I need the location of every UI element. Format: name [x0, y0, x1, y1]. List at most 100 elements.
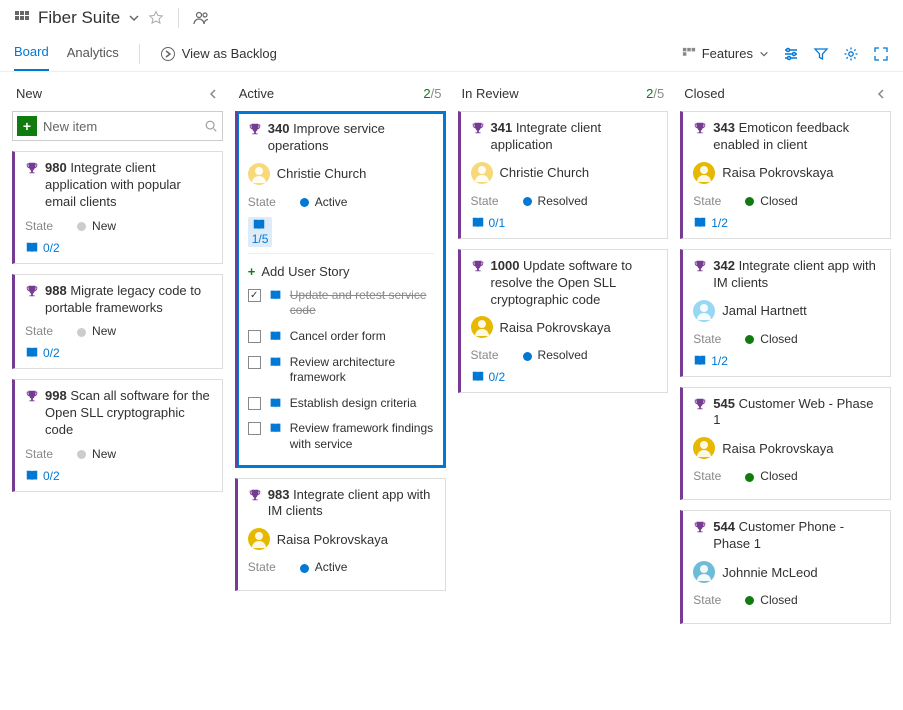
state-label: State: [25, 324, 53, 338]
column-in-review: In Review 2/5 341 Integrate client appli…: [456, 84, 671, 403]
favorite-star-icon[interactable]: [148, 10, 164, 26]
state-label: State: [471, 348, 499, 362]
card-assignee[interactable]: Raisa Pokrovskaya: [248, 528, 435, 550]
tab-board[interactable]: Board: [14, 36, 49, 71]
assignee-name: Christie Church: [500, 165, 590, 180]
work-item-card[interactable]: 1000 Update software to resolve the Open…: [458, 249, 669, 394]
view-as-backlog-button[interactable]: View as Backlog: [160, 46, 277, 62]
user-story-icon: [269, 397, 282, 410]
state-label: State: [248, 195, 276, 209]
state-value: Closed: [745, 469, 797, 483]
card-progress[interactable]: 0/2: [471, 370, 658, 384]
features-dropdown[interactable]: Features: [682, 46, 769, 61]
column-wip-count: 2/5: [646, 86, 664, 101]
work-item-card[interactable]: 988 Migrate legacy code to portable fram…: [12, 274, 223, 370]
state-label: State: [25, 447, 53, 461]
avatar: [693, 300, 715, 322]
settings-sliders-icon[interactable]: [783, 46, 799, 62]
column-collapse-icon[interactable]: [207, 88, 219, 100]
column-new: New + New item 980 Integrate client appl…: [10, 84, 225, 502]
work-item-card[interactable]: 983 Integrate client app with IM clients…: [235, 478, 446, 592]
card-assignee[interactable]: Raisa Pokrovskaya: [693, 162, 880, 184]
checklist-item[interactable]: Review architecture framework: [248, 350, 434, 391]
column-header-in-review: In Review 2/5: [456, 84, 671, 111]
state-value: Resolved: [523, 348, 588, 362]
card-progress[interactable]: 0/2: [25, 346, 212, 360]
column-header-active: Active 2/5: [233, 84, 448, 111]
features-grid-icon: [682, 47, 696, 61]
column-title: Active: [239, 86, 274, 101]
card-assignee[interactable]: Johnnie McLeod: [693, 561, 880, 583]
state-value: Active: [300, 560, 348, 574]
project-title[interactable]: Fiber Suite: [38, 8, 120, 28]
checklist-item[interactable]: Review framework findings with service: [248, 416, 434, 457]
card-assignee[interactable]: Raisa Pokrovskaya: [693, 437, 880, 459]
new-item-label: New item: [43, 119, 198, 134]
card-title: 341 Integrate client application: [491, 120, 658, 154]
checkbox-icon[interactable]: [248, 289, 261, 302]
card-title: 545 Customer Web - Phase 1: [713, 396, 880, 430]
work-item-card[interactable]: 342 Integrate client app with IM clients…: [680, 249, 891, 377]
board-toolbar: Board Analytics View as Backlog Features: [0, 32, 903, 72]
card-progress[interactable]: 0/2: [25, 241, 212, 255]
card-assignee[interactable]: Christie Church: [471, 162, 658, 184]
toolbar-actions: Features: [682, 46, 889, 62]
work-item-card[interactable]: 343 Emoticon feedback enabled in client R…: [680, 111, 891, 239]
state-value: New: [77, 324, 116, 338]
card-progress[interactable]: 1/2: [693, 354, 880, 368]
checkbox-icon[interactable]: [248, 330, 261, 343]
card-progress[interactable]: 0/1: [471, 216, 658, 230]
filter-funnel-icon[interactable]: [813, 46, 829, 62]
column-wip-count: 2/5: [423, 86, 441, 101]
work-item-card[interactable]: 545 Customer Web - Phase 1 Raisa Pokrovsk…: [680, 387, 891, 501]
avatar: [693, 162, 715, 184]
new-item-button[interactable]: + New item: [12, 111, 223, 141]
card-progress[interactable]: 1/2: [693, 216, 880, 230]
work-item-card[interactable]: 341 Integrate client application Christie…: [458, 111, 669, 239]
card-assignee[interactable]: Jamal Hartnett: [693, 300, 880, 322]
team-people-icon[interactable]: [193, 10, 211, 26]
user-story-icon: [269, 422, 282, 435]
add-user-story-button[interactable]: +Add User Story: [248, 260, 434, 283]
project-dropdown-chevron-icon[interactable]: [128, 12, 140, 24]
card-title: 983 Integrate client app with IM clients: [268, 487, 435, 521]
search-icon[interactable]: [204, 119, 218, 133]
state-value: New: [77, 219, 116, 233]
checklist-item[interactable]: Establish design criteria: [248, 391, 434, 417]
fullscreen-icon[interactable]: [873, 46, 889, 62]
assignee-name: Jamal Hartnett: [722, 303, 807, 318]
card-title: 343 Emoticon feedback enabled in client: [713, 120, 880, 154]
column-collapse-icon[interactable]: [875, 88, 887, 100]
checkbox-icon[interactable]: [248, 356, 261, 369]
work-item-card[interactable]: 998 Scan all software for the Open SLL c…: [12, 379, 223, 492]
column-title: In Review: [462, 86, 519, 101]
work-item-card[interactable]: 340 Improve service operationsChristie C…: [235, 111, 446, 468]
card-assignee[interactable]: Raisa Pokrovskaya: [471, 316, 658, 338]
work-item-card[interactable]: 544 Customer Phone - Phase 1Johnnie McLe…: [680, 510, 891, 624]
gear-icon[interactable]: [843, 46, 859, 62]
card-title: 988 Migrate legacy code to portable fram…: [45, 283, 212, 317]
state-label: State: [471, 194, 499, 208]
checklist-item[interactable]: Cancel order form: [248, 324, 434, 350]
card-progress[interactable]: 0/2: [25, 469, 212, 483]
tab-analytics[interactable]: Analytics: [67, 37, 119, 70]
board-grid-icon: [14, 10, 30, 26]
header-divider: [178, 8, 179, 28]
state-value: Closed: [745, 593, 797, 607]
card-title: 342 Integrate client app with IM clients: [713, 258, 880, 292]
card-assignee[interactable]: Christie Church: [248, 163, 434, 185]
features-label: Features: [702, 46, 753, 61]
column-header-closed: Closed: [678, 84, 893, 111]
state-label: State: [693, 194, 721, 208]
card-title: 998 Scan all software for the Open SLL c…: [45, 388, 212, 439]
checkbox-icon[interactable]: [248, 397, 261, 410]
column-title: New: [16, 86, 42, 101]
state-label: State: [25, 219, 53, 233]
checklist-item-text: Update and retest service code: [290, 288, 434, 319]
state-label: State: [693, 593, 721, 607]
checklist-item[interactable]: Update and retest service code: [248, 283, 434, 324]
checkbox-icon[interactable]: [248, 422, 261, 435]
work-item-card[interactable]: 980 Integrate client application with po…: [12, 151, 223, 264]
kanban-board: New + New item 980 Integrate client appl…: [0, 72, 903, 646]
card-progress[interactable]: 1/5: [248, 217, 434, 247]
